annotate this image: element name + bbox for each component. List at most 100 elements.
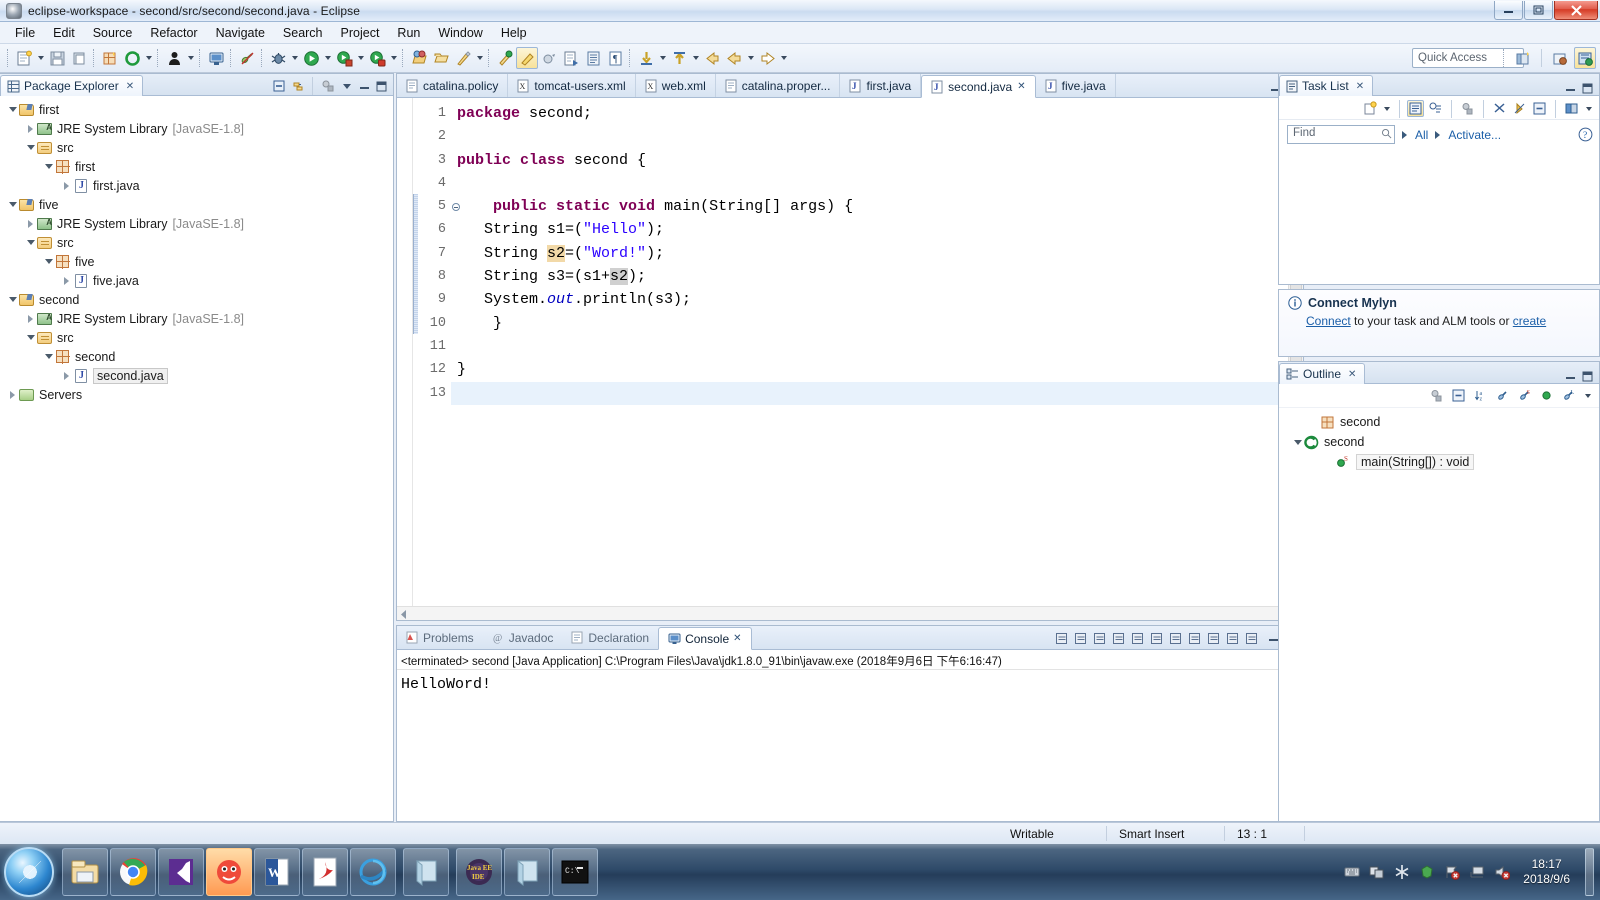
code-editor[interactable]: 1 2 3 4 5 6 7 8 9 10 11 12 13 package second; public… bbox=[397, 98, 1303, 620]
download-dropdown[interactable] bbox=[657, 47, 668, 69]
open-perspective-icon[interactable] bbox=[1512, 47, 1534, 69]
presentation-icon[interactable] bbox=[1511, 100, 1528, 117]
twisty-closed[interactable] bbox=[6, 390, 19, 399]
focus-icon[interactable] bbox=[1459, 100, 1476, 117]
toolbar-grip-3[interactable] bbox=[157, 49, 160, 67]
stop-server-dropdown[interactable] bbox=[388, 47, 399, 69]
new-java-package-icon[interactable] bbox=[99, 47, 121, 69]
editor-tab-catalina-policy[interactable]: catalina.policy bbox=[397, 74, 509, 97]
menu-help[interactable]: Help bbox=[492, 24, 536, 42]
taskbar-item-command-prompt[interactable]: C:\ bbox=[552, 848, 598, 896]
show-console-icon[interactable] bbox=[1167, 630, 1183, 646]
next-annotation-icon[interactable] bbox=[494, 47, 516, 69]
scroll-lock-icon[interactable] bbox=[1148, 630, 1164, 646]
back-dropdown[interactable] bbox=[745, 47, 756, 69]
mylyn-connect-link[interactable]: Connect bbox=[1306, 314, 1351, 328]
tree-item-first[interactable]: first bbox=[0, 157, 393, 176]
back-history-icon[interactable] bbox=[723, 47, 745, 69]
outline-item[interactable]: second bbox=[1279, 432, 1599, 452]
tree-item-src[interactable]: src bbox=[0, 138, 393, 157]
twisty-open[interactable] bbox=[24, 145, 37, 150]
close-icon[interactable]: ✕ bbox=[1356, 81, 1364, 92]
tree-item-second-java[interactable]: second.java bbox=[0, 366, 393, 385]
outline-tree[interactable]: second second Smain(String[]) : void bbox=[1279, 408, 1599, 472]
taskbar-item-visual-studio[interactable] bbox=[158, 848, 204, 896]
hide-nonpublic-icon[interactable] bbox=[1538, 387, 1555, 404]
close-icon[interactable]: ✕ bbox=[1017, 81, 1025, 92]
close-button[interactable] bbox=[1554, 1, 1598, 20]
console-tab-javadoc[interactable]: @ Javadoc bbox=[483, 626, 563, 649]
editor-tab-first-java[interactable]: Jfirst.java bbox=[840, 74, 922, 97]
collapse-all-icon[interactable] bbox=[270, 78, 287, 95]
twisty-open[interactable] bbox=[42, 354, 55, 359]
show-desktop-button[interactable] bbox=[1585, 848, 1594, 896]
collapse-all-icon[interactable] bbox=[1531, 100, 1548, 117]
java-ee-perspective-icon[interactable] bbox=[1574, 47, 1596, 69]
new-task-icon[interactable] bbox=[1361, 100, 1378, 117]
hide-static-icon[interactable]: S bbox=[1516, 387, 1533, 404]
windows-tile-icon[interactable] bbox=[1369, 864, 1385, 880]
tree-item-second[interactable]: second bbox=[0, 347, 393, 366]
filter-all-link[interactable]: All bbox=[1415, 128, 1428, 142]
upload-dropdown[interactable] bbox=[690, 47, 701, 69]
keyboard-icon[interactable] bbox=[1344, 864, 1360, 880]
code-text[interactable]: package second; public class second { pu… bbox=[451, 98, 1303, 620]
toolbar-grip-6[interactable] bbox=[261, 49, 264, 67]
taskbar-clock[interactable]: 18:17 2018/9/6 bbox=[1523, 857, 1570, 887]
minimize-button[interactable] bbox=[1494, 1, 1523, 20]
tree-item-jre-system-library[interactable]: JRE System Library [JavaSE-1.8] bbox=[0, 309, 393, 328]
new-wizard-dropdown[interactable] bbox=[35, 47, 46, 69]
hide-fields-icon[interactable] bbox=[1494, 387, 1511, 404]
code-line[interactable]: public class second { bbox=[451, 149, 1303, 172]
start-button[interactable] bbox=[4, 847, 54, 897]
run-dropdown[interactable] bbox=[322, 47, 333, 69]
debug-person-dropdown[interactable] bbox=[185, 47, 196, 69]
maximize-icon[interactable] bbox=[1580, 81, 1595, 95]
twisty-open[interactable] bbox=[6, 297, 19, 302]
forward-icon[interactable] bbox=[756, 47, 778, 69]
run-server-dropdown[interactable] bbox=[355, 47, 366, 69]
menu-file[interactable]: File bbox=[6, 24, 44, 42]
run-icon[interactable] bbox=[300, 47, 322, 69]
close-icon[interactable]: ✕ bbox=[1348, 369, 1356, 380]
upload-icon[interactable] bbox=[668, 47, 690, 69]
twisty-open[interactable] bbox=[6, 107, 19, 112]
new-wizard-icon[interactable] bbox=[13, 47, 35, 69]
back-icon[interactable] bbox=[701, 47, 723, 69]
twisty-open[interactable] bbox=[6, 202, 19, 207]
minimize-icon[interactable] bbox=[1563, 369, 1578, 383]
last-edit-icon[interactable] bbox=[538, 47, 560, 69]
toolbar-grip-8[interactable] bbox=[488, 49, 491, 67]
code-line[interactable]: } bbox=[451, 312, 1303, 335]
previous-annotation-icon[interactable] bbox=[516, 47, 538, 69]
toolbar-grip-4[interactable] bbox=[199, 49, 202, 67]
code-line[interactable]: String s3=(s1+s2); bbox=[451, 265, 1303, 288]
taskbar-item-microsoft-word[interactable]: W bbox=[254, 848, 300, 896]
shield-green-icon[interactable] bbox=[1419, 864, 1435, 880]
console-tab-console[interactable]: Console ✕ bbox=[658, 627, 752, 650]
focus-icon[interactable] bbox=[1428, 387, 1445, 404]
twisty-closed[interactable] bbox=[60, 276, 73, 285]
outline-view-menu[interactable] bbox=[1582, 385, 1593, 407]
toolbar-grip-2[interactable] bbox=[93, 49, 96, 67]
refresh-icon[interactable] bbox=[121, 47, 143, 69]
terminate-icon[interactable] bbox=[1072, 630, 1088, 646]
minimize-icon[interactable] bbox=[357, 79, 372, 93]
help-icon[interactable]: ? bbox=[1578, 127, 1593, 142]
tree-item-jre-system-library[interactable]: JRE System Library [JavaSE-1.8] bbox=[0, 119, 393, 138]
minimize-icon[interactable] bbox=[1563, 81, 1578, 95]
tab-task-list[interactable]: Task List ✕ bbox=[1279, 75, 1374, 96]
code-line[interactable] bbox=[451, 172, 1303, 195]
search-dropdown[interactable] bbox=[474, 47, 485, 69]
clear-console-icon[interactable] bbox=[1053, 630, 1069, 646]
download-icon[interactable] bbox=[635, 47, 657, 69]
tree-item-jre-system-library[interactable]: JRE System Library [JavaSE-1.8] bbox=[0, 214, 393, 233]
open-declaration-icon[interactable] bbox=[560, 47, 582, 69]
tab-outline[interactable]: Outline ✕ bbox=[1279, 363, 1366, 384]
outline-item[interactable]: Smain(String[]) : void bbox=[1279, 452, 1599, 472]
asterisk-icon[interactable] bbox=[1394, 864, 1410, 880]
perspective-grip[interactable] bbox=[1503, 49, 1506, 67]
search-icon[interactable] bbox=[452, 47, 474, 69]
code-line[interactable]: System.out.println(s3); bbox=[451, 288, 1303, 311]
tree-item-src[interactable]: src bbox=[0, 328, 393, 347]
